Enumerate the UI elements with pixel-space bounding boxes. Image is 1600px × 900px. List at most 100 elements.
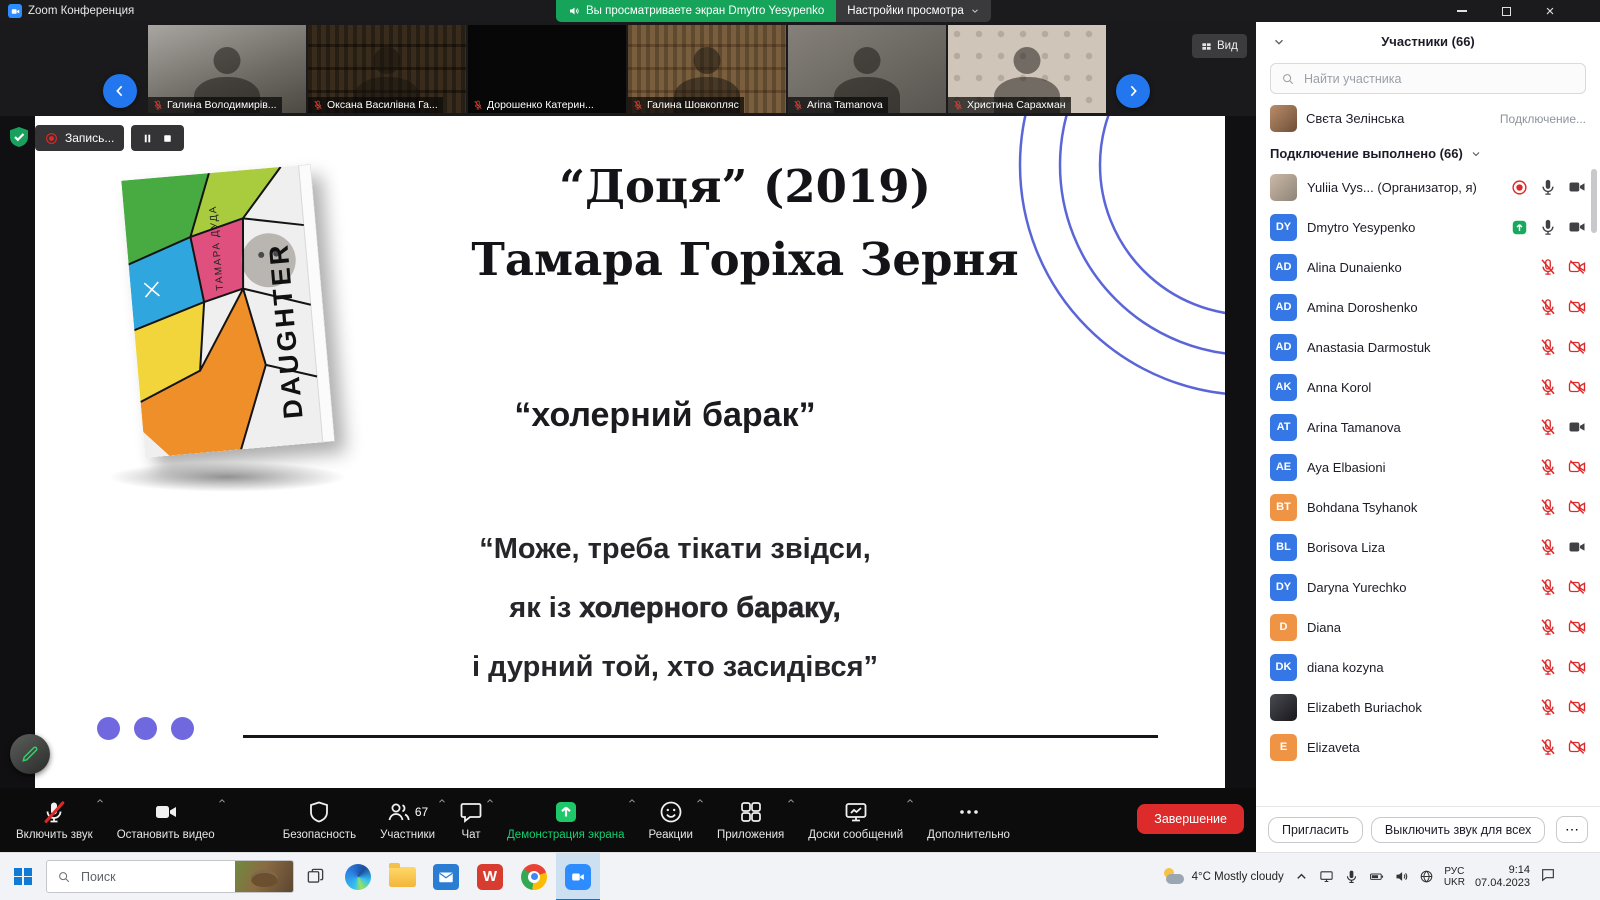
participants-button[interactable]: 67 Участники [368,788,447,852]
camera-status-icon [1568,458,1586,476]
search-input[interactable] [1302,71,1575,87]
chevron-up-icon[interactable] [485,796,495,806]
taskbar-search-input[interactable] [79,869,193,885]
video-tile[interactable]: Галина Володимирів... [148,25,306,113]
stop-recording-button[interactable] [161,132,174,145]
participant-row[interactable]: DY Dmytro Yesypenko [1256,207,1600,247]
mic-muted-icon [633,100,643,110]
taskbar-app-zoom[interactable] [556,853,600,900]
camera-status-icon [1568,538,1586,556]
participant-row[interactable]: E Elizaveta [1256,727,1600,767]
chevron-up-icon[interactable] [217,796,227,806]
taskbar-app-edge[interactable] [336,853,380,900]
video-tile[interactable]: Arina Tamanova [788,25,946,113]
avatar: DY [1270,214,1297,241]
mic-muted-icon [313,100,323,110]
mic-tray-icon[interactable] [1344,869,1359,884]
whiteboards-button[interactable]: Доски сообщений [796,788,915,852]
participant-row[interactable]: Yuliia Vys... (Организатор, я) [1256,167,1600,207]
share-screen-icon [554,800,578,824]
encryption-shield-icon[interactable] [7,125,31,149]
share-screen-button[interactable]: Демонстрация экрана [495,788,637,852]
video-tile[interactable]: Оксана Василівна Га... [308,25,466,113]
mute-all-button[interactable]: Выключить звук для всех [1371,817,1545,843]
maximize-button[interactable] [1484,0,1528,22]
chevron-up-icon[interactable] [627,796,637,806]
taskbar-app-mail[interactable] [424,853,468,900]
participant-row[interactable]: AD Amina Doroshenko [1256,287,1600,327]
apps-button[interactable]: Приложения [705,788,796,852]
search-highlight-image[interactable] [235,861,293,892]
annotation-pen-button[interactable] [10,734,50,774]
display-tray-icon[interactable] [1319,869,1334,884]
slide-title-line1: “Доця” (2019) [405,150,1085,223]
taskbar-clock[interactable]: 9:14 07.04.2023 [1475,864,1530,890]
reactions-button[interactable]: Реакции [637,788,705,852]
time-text: 9:14 [1509,864,1530,877]
next-videos-button[interactable] [1116,74,1150,108]
end-meeting-button[interactable]: Завершение [1137,804,1244,834]
participant-search[interactable] [1270,63,1586,94]
view-options-button[interactable]: Настройки просмотра [836,0,990,22]
collapse-panel-icon[interactable] [1272,35,1286,49]
chevron-down-icon [970,6,980,16]
start-button[interactable] [0,853,46,900]
participant-name: Alina Dunaienko [1307,260,1529,275]
participant-name: Anna Korol [1307,380,1529,395]
previous-videos-button[interactable] [103,74,137,108]
more-button[interactable]: Дополнительно [915,788,1022,852]
participant-row[interactable]: AE Aya Elbasioni [1256,447,1600,487]
taskbar-app-chrome[interactable] [512,853,556,900]
chevron-down-icon [1470,148,1482,160]
video-tile[interactable]: Галина Шовкопляс [628,25,786,113]
participant-row[interactable]: D Diana [1256,607,1600,647]
participant-name: Yuliia Vys... (Организатор, я) [1307,180,1501,195]
chevron-up-icon[interactable] [95,796,105,806]
joining-participant-row[interactable]: Свєта Зелінська Подключение... [1256,101,1600,136]
close-button[interactable]: × [1528,0,1572,22]
participant-row[interactable]: Elizabeth Buriachok [1256,687,1600,727]
participants-footer: Пригласить Выключить звук для всех ⋯ [1256,806,1600,852]
battery-tray-icon[interactable] [1369,869,1384,884]
window-title: Zoom Конференция [28,5,134,17]
chevron-up-icon[interactable] [695,796,705,806]
chat-button[interactable]: Чат [447,788,495,852]
show-hidden-icons-chevron[interactable] [1294,869,1309,884]
mic-status-icon [1539,658,1557,676]
weather-widget[interactable]: 4°C Mostly cloudy [1162,868,1284,885]
pause-recording-button[interactable] [141,132,154,145]
participant-row[interactable]: BL Borisova Liza [1256,527,1600,567]
task-view-button[interactable] [294,853,336,900]
action-center-button[interactable] [1540,867,1556,886]
stop-video-button[interactable]: Остановить видео [105,788,227,852]
participant-row[interactable]: BT Bohdana Tsyhanok [1256,487,1600,527]
unmute-button[interactable]: Включить звук [4,788,105,852]
taskbar-app-wps[interactable]: W [468,853,512,900]
avatar [1270,694,1297,721]
edge-icon [345,864,371,890]
view-layout-button[interactable]: Вид [1192,34,1247,58]
participant-row[interactable]: DY Daryna Yurechko [1256,567,1600,607]
participant-row[interactable]: AD Anastasia Darmostuk [1256,327,1600,367]
chevron-up-icon[interactable] [905,796,915,806]
avatar: AD [1270,334,1297,361]
participant-row[interactable]: AK Anna Korol [1256,367,1600,407]
language-indicator[interactable]: РУС UKR [1444,866,1465,888]
more-options-button[interactable]: ⋯ [1556,816,1588,843]
taskbar-app-explorer[interactable] [380,853,424,900]
video-tile[interactable]: Христина Сарахман [948,25,1106,113]
taskbar-search[interactable] [46,860,294,893]
minimize-button[interactable] [1440,0,1484,22]
connected-section-header[interactable]: Подключение выполнено (66) [1256,136,1600,167]
chevron-up-icon[interactable] [437,796,447,806]
chevron-up-icon[interactable] [786,796,796,806]
video-tile[interactable]: Дорошенко Катерин... [468,25,626,113]
invite-button[interactable]: Пригласить [1268,817,1363,843]
speaker-tray-icon[interactable] [1394,869,1409,884]
scrollbar-thumb[interactable] [1591,169,1597,233]
network-tray-icon[interactable] [1419,869,1434,884]
participant-row[interactable]: DK diana kozyna [1256,647,1600,687]
security-button[interactable]: Безопасность [271,788,368,852]
participant-row[interactable]: AD Alina Dunaienko [1256,247,1600,287]
participant-row[interactable]: AT Arina Tamanova [1256,407,1600,447]
